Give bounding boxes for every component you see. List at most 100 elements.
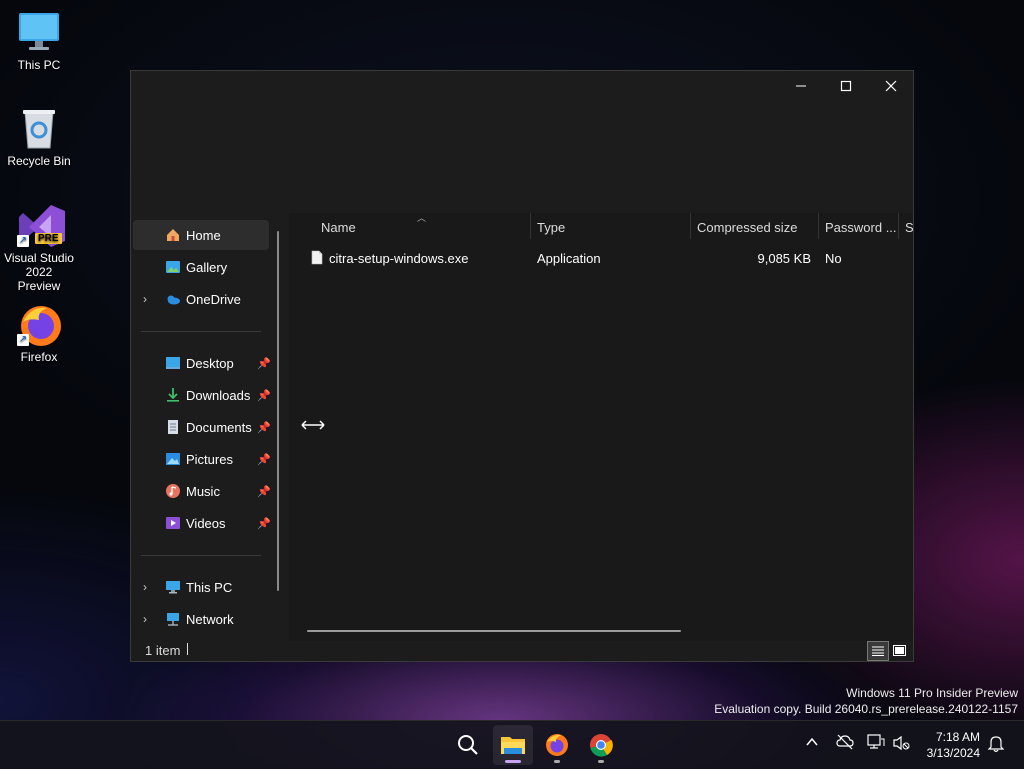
nav-item-documents[interactable]: Documents 📌 [133,412,271,442]
document-icon [168,420,178,434]
file-password: No [825,250,842,266]
column-divider[interactable] [818,213,819,239]
monitor-icon [166,581,180,594]
windows-watermark: Windows 11 Pro Insider Preview Evaluatio… [714,685,1018,717]
file-type: Application [537,250,601,266]
column-header-name[interactable]: Name [321,213,356,241]
preview-badge: PRE [35,233,62,244]
toolbar-area [131,103,913,213]
network-icon [167,613,179,626]
title-bar[interactable] [131,71,913,103]
desktop-icon-label: Visual Studio 2022 Preview [4,251,74,293]
column-header-password[interactable]: Password ... [825,213,897,241]
firefox-icon [546,734,568,756]
gallery-icon [166,261,180,273]
nav-item-network[interactable]: › Network [133,604,269,634]
details-view-icon [872,646,884,656]
bell-icon [987,736,1005,753]
music-icon [166,484,180,498]
resize-cursor-icon [301,417,325,435]
sort-ascending-icon: ︿ [417,213,427,223]
onedrive-icon [167,295,180,305]
pictures-icon [166,453,180,465]
desktop-icon-recycle-bin[interactable]: Recycle Bin [4,106,74,168]
details-view-button[interactable] [867,641,889,661]
network-wired-icon [867,734,885,749]
desktop-folder-icon [166,357,180,369]
show-hidden-icons-button[interactable] [805,735,819,752]
chrome-icon [590,734,613,757]
nav-item-downloads[interactable]: Downloads 📌 [133,380,271,410]
network-tray-button[interactable] [867,734,885,753]
active-indicator [505,760,521,763]
monitor-icon [17,10,61,54]
pin-icon: 📌 [257,453,271,466]
onedrive-offline-button[interactable] [836,734,854,753]
minimize-icon [796,85,806,87]
recycle-bin-icon [17,106,61,150]
horizontal-scrollbar[interactable] [307,630,681,632]
column-header-compressed-size[interactable]: Compressed size [697,213,797,241]
nav-item-onedrive[interactable]: › OneDrive [133,284,269,314]
column-header-type[interactable]: Type [537,213,565,241]
search-button[interactable] [448,725,488,765]
desktop-icon-label: Recycle Bin [7,154,71,168]
taskbar-file-explorer[interactable] [493,725,533,765]
notifications-button[interactable] [987,735,1005,756]
chevron-right-icon[interactable]: › [143,292,147,306]
file-icon [311,250,323,265]
desktop-icon-firefox[interactable]: ↗ Firefox [4,302,74,364]
pin-icon: 📌 [257,389,271,402]
running-indicator [554,760,560,763]
shortcut-arrow-icon: ↗ [17,334,29,346]
close-icon [885,80,897,92]
desktop-icon-visual-studio[interactable]: PRE ↗ Visual Studio 2022 Preview [4,203,74,293]
column-divider[interactable] [898,213,899,239]
clock-date: 3/13/2024 [926,746,980,760]
desktop-icon-this-pc[interactable]: This PC [4,10,74,72]
clock-time: 7:18 AM [935,730,980,744]
close-button[interactable] [868,71,914,101]
pin-icon: 📌 [257,357,271,370]
nav-item-desktop[interactable]: Desktop 📌 [133,348,271,378]
column-divider[interactable] [690,213,691,239]
cloud-offline-icon [836,734,854,750]
file-explorer-icon [501,737,525,754]
pin-icon: 📌 [257,421,271,434]
nav-item-pictures[interactable]: Pictures 📌 [133,444,271,474]
home-icon [167,229,179,241]
file-explorer-window: Home Gallery › OneDrive Desktop 📌 Downlo… [130,70,914,662]
column-divider[interactable] [530,213,531,239]
nav-item-music[interactable]: Music 📌 [133,476,271,506]
taskbar-chrome[interactable] [581,725,621,765]
volume-muted-icon [893,735,910,751]
nav-item-videos[interactable]: Videos 📌 [133,508,271,538]
watermark-edition: Windows 11 Pro Insider Preview [846,686,1018,700]
minimize-button[interactable] [778,71,824,101]
taskbar-firefox[interactable] [537,725,577,765]
pin-icon: 📌 [257,485,271,498]
file-name: citra-setup-windows.exe [329,250,469,266]
watermark-build: Evaluation copy. Build 26040.rs_prerelea… [714,702,1018,716]
nav-item-home[interactable]: Home [133,220,269,250]
firefox-icon: ↗ [17,302,61,346]
nav-item-this-pc[interactable]: › This PC [133,572,269,602]
maximize-icon [840,80,852,92]
clock[interactable]: 7:18 AM 3/13/2024 [927,729,980,761]
nav-item-gallery[interactable]: Gallery [133,252,269,282]
videos-icon [166,517,180,529]
desktop-icon-label: This PC [17,58,61,72]
maximize-button[interactable] [823,71,869,101]
nav-divider [141,331,261,332]
chevron-right-icon[interactable]: › [143,580,147,594]
running-indicator [598,760,604,763]
search-icon [458,735,478,755]
large-icons-view-button[interactable] [889,641,909,659]
column-header-size[interactable]: Si [905,213,913,241]
shortcut-arrow-icon: ↗ [17,235,29,247]
chevron-right-icon[interactable]: › [143,612,147,626]
volume-tray-button[interactable] [893,735,911,754]
nav-scrollbar[interactable] [277,231,279,591]
file-compressed-size: 9,085 KB [757,250,812,266]
download-icon [167,388,179,402]
